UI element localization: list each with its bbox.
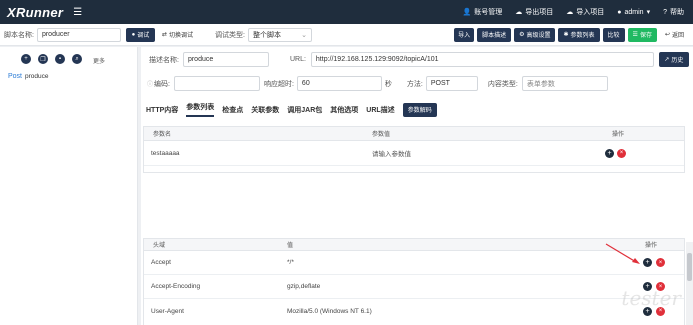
- watermark: tester: [621, 286, 681, 310]
- arrow-line: [605, 243, 637, 263]
- arrow-head: [632, 258, 640, 264]
- annotation-arrow: [605, 243, 640, 264]
